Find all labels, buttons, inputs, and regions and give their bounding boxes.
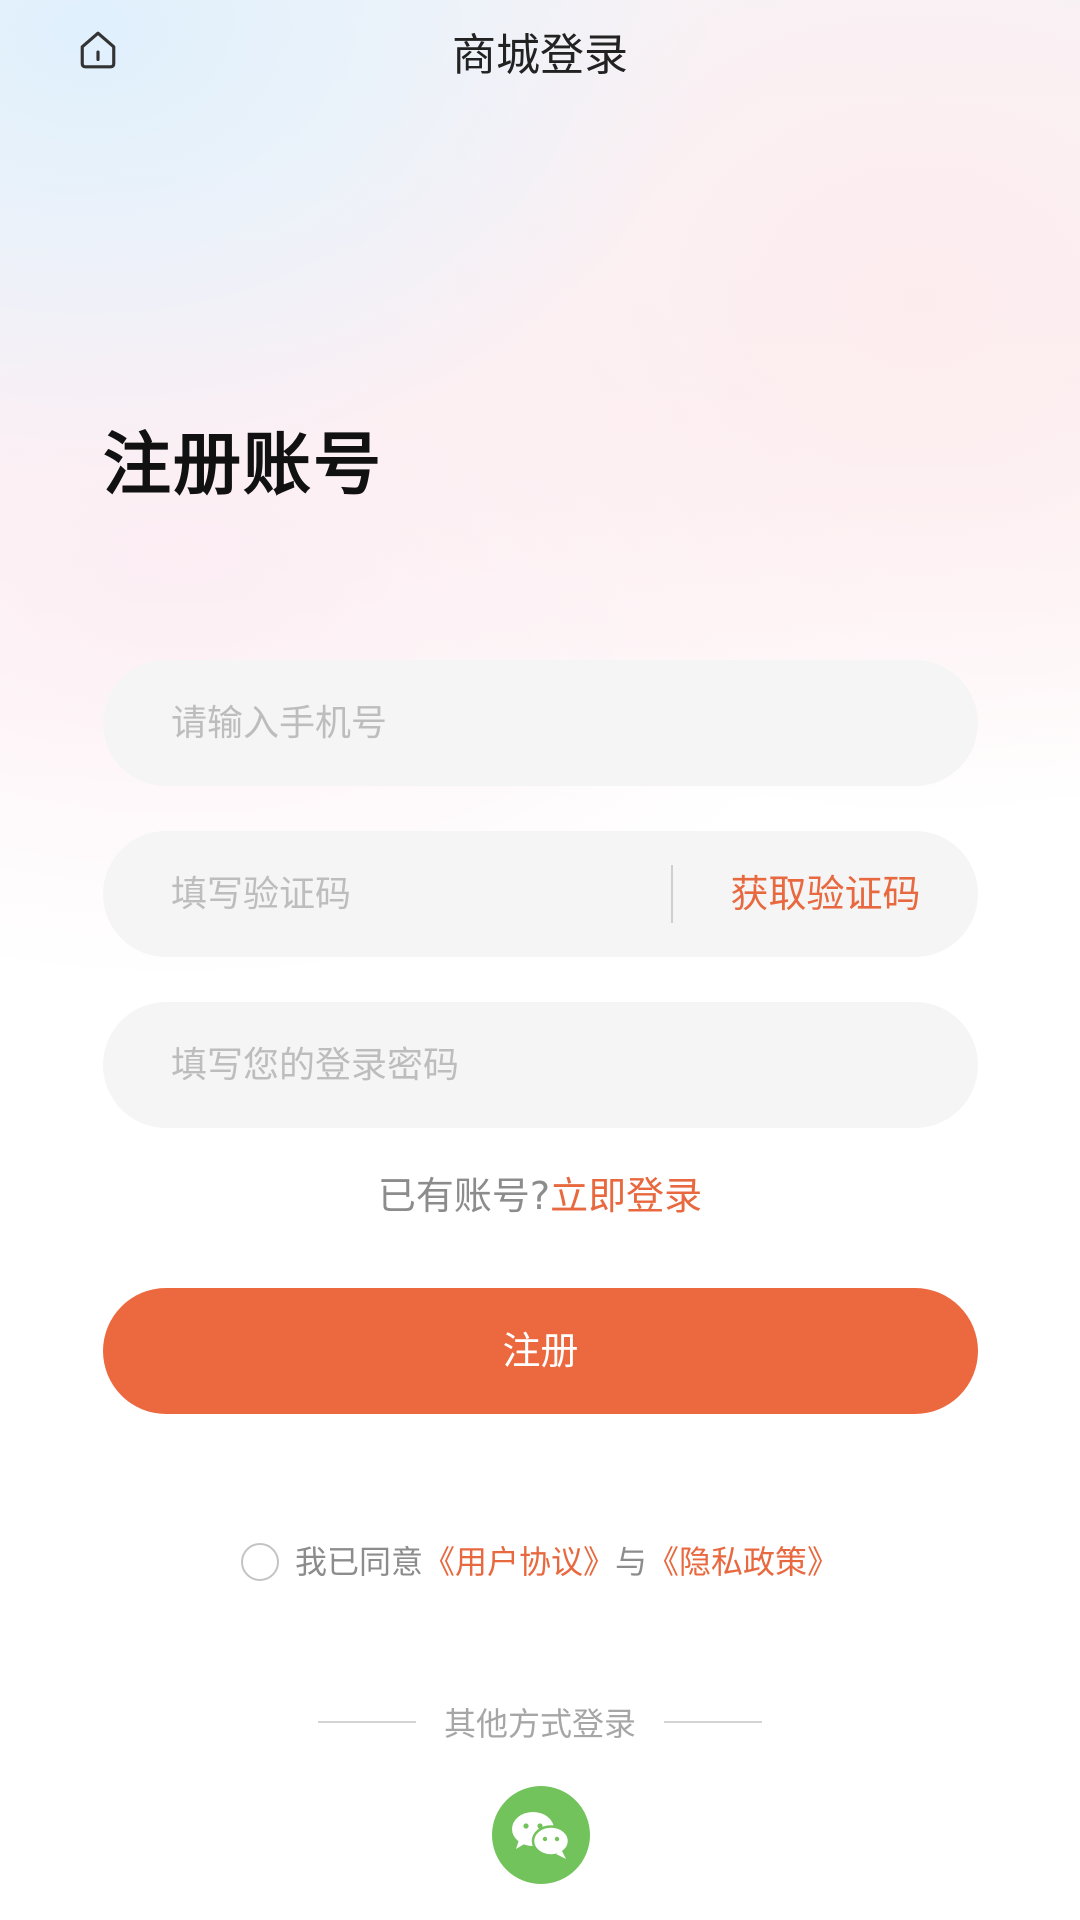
login-now-link[interactable]: 立即登录: [550, 1174, 702, 1218]
privacy-policy-link[interactable]: 《隐私政策》: [647, 1538, 839, 1586]
page-title: 商城登录: [452, 30, 628, 81]
login-prompt-text: 已有账号?: [377, 1174, 551, 1218]
agreement-prefix: 我已同意: [294, 1543, 423, 1581]
get-code-button[interactable]: 获取验证码: [673, 831, 978, 957]
agreement-row: 我已同意 《用户协议》 与 《隐私政策》: [0, 1538, 1080, 1586]
verification-code-field: 获取验证码: [103, 831, 978, 957]
verification-code-input[interactable]: [171, 831, 671, 957]
register-button[interactable]: 注册: [103, 1288, 978, 1414]
wechat-login-button[interactable]: [492, 1786, 590, 1884]
page-background: [0, 0, 1080, 1920]
agreement-conjunction: 与: [615, 1543, 648, 1581]
agreement-radio[interactable]: [240, 1543, 279, 1581]
phone-field: [103, 660, 978, 786]
login-prompt: 已有账号?立即登录: [0, 1168, 1080, 1224]
password-field: [103, 1002, 978, 1128]
divider-line-right: [664, 1721, 762, 1723]
divider-line-left: [317, 1721, 416, 1723]
password-input[interactable]: [171, 1002, 911, 1128]
wechat-icon: [512, 1812, 571, 1859]
user-agreement-link[interactable]: 《用户协议》: [423, 1538, 615, 1586]
register-heading: 注册账号: [103, 426, 384, 505]
other-login-divider: 其他方式登录: [0, 1698, 1080, 1746]
other-login-label: 其他方式登录: [443, 1705, 636, 1743]
phone-input[interactable]: [171, 660, 911, 786]
